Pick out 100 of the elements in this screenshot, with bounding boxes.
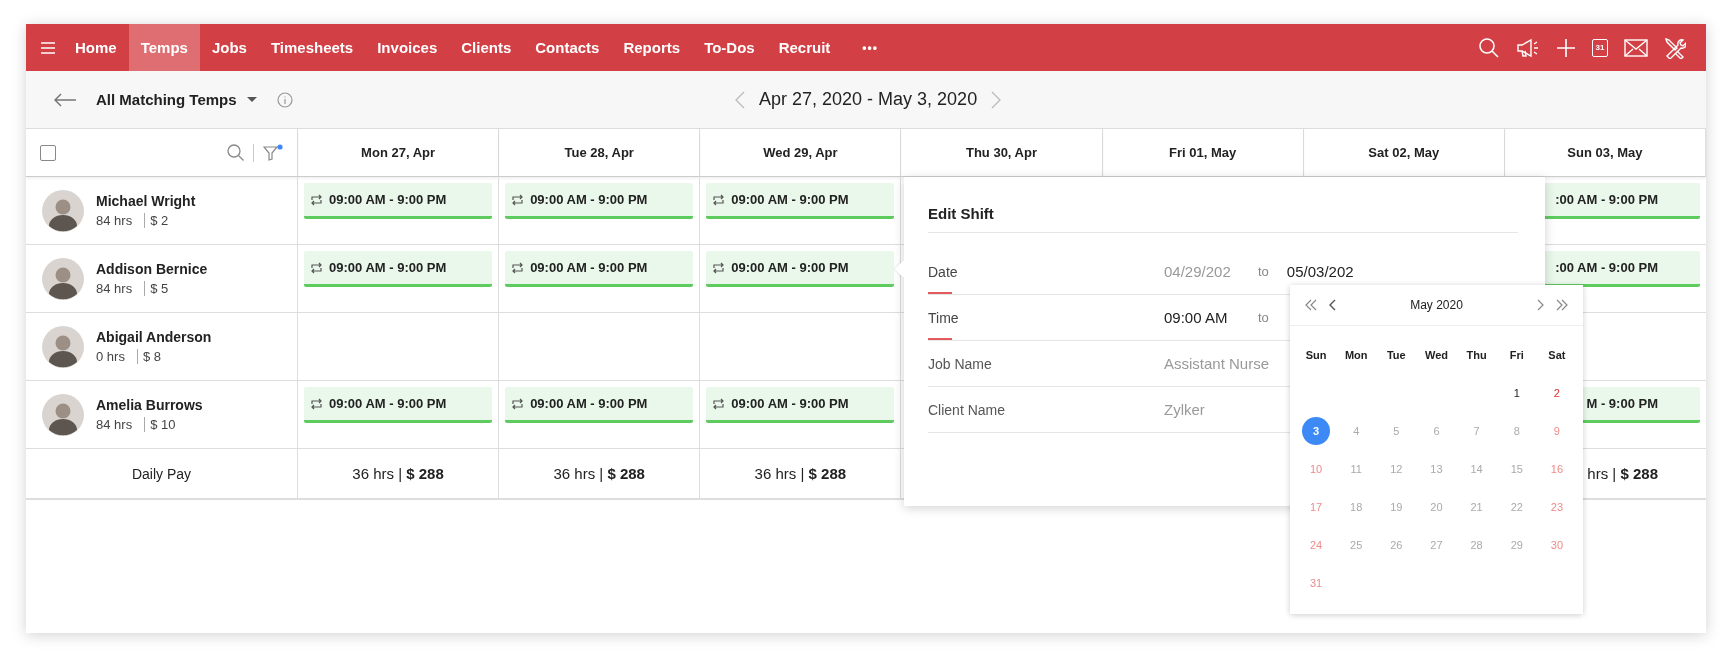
avatar-icon xyxy=(42,325,84,368)
nav-tab[interactable]: Contacts xyxy=(523,24,612,71)
shift-block[interactable]: 09:00 AM - 9:00 PM xyxy=(706,251,895,287)
hours-text: 84 hrs xyxy=(96,281,133,296)
nav-tab[interactable]: Clients xyxy=(449,24,524,71)
weekday-label: Sun xyxy=(1304,348,1328,363)
info-icon[interactable] xyxy=(276,91,293,108)
nav-tab[interactable]: Reports xyxy=(611,24,693,71)
avatar-icon xyxy=(42,393,84,436)
weekday-label: Wed xyxy=(1423,348,1449,363)
date-range: Apr 27, 2020 - May 3, 2020 xyxy=(759,89,978,110)
previous-icon[interactable] xyxy=(735,90,745,109)
filter-icon[interactable] xyxy=(263,143,283,162)
repeat-icon xyxy=(511,261,525,274)
shift-time: 09:00 AM - 9:00 PM xyxy=(530,396,648,411)
shift-block[interactable]: 09:00 AM - 9:00 PM xyxy=(706,183,895,219)
shift-time: 09:00 AM - 9:00 PM xyxy=(731,192,849,207)
shift-time: 09:00 AM - 9:00 PM xyxy=(530,260,648,275)
more-button[interactable]: ••• xyxy=(850,24,890,71)
shift-block[interactable]: 09:00 AM - 9:00 PM xyxy=(505,251,694,287)
avatar-icon xyxy=(42,257,84,300)
rate-text: $ 10 xyxy=(144,417,176,432)
to-label: to xyxy=(1258,310,1269,325)
daily-pay-total: 36 hrs | $ 288 xyxy=(553,465,645,482)
weekday-label: Fri xyxy=(1508,348,1525,363)
calendar-icon[interactable]: 31 xyxy=(1592,38,1608,57)
avatar-icon xyxy=(42,189,84,232)
rate-text: $ 5 xyxy=(144,281,169,296)
field-label: Time xyxy=(928,295,1164,340)
temp-name[interactable]: Addison Bernice xyxy=(96,261,208,277)
shift-block[interactable]: 09:00 AM - 9:00 PM xyxy=(304,251,493,287)
nav-tab[interactable]: Temps xyxy=(128,24,200,71)
shift-time: 09:00 AM - 9:00 PM xyxy=(329,396,447,411)
daily-pay-total: hrs | $ 288 xyxy=(1587,465,1658,482)
repeat-icon xyxy=(310,193,323,206)
input-field[interactable]: Assistant Nurse xyxy=(1164,355,1279,372)
shift-time: 09:00 AM - 9:00 PM xyxy=(329,192,447,207)
temp-name[interactable]: Abigail Anderson xyxy=(96,329,212,345)
megaphone-icon[interactable] xyxy=(1516,36,1540,59)
shift-time: 09:00 AM - 9:00 PM xyxy=(731,260,849,275)
menu-icon[interactable] xyxy=(41,41,55,54)
field-label: Client Name xyxy=(928,400,1007,420)
shift-time: 09:00 AM - 9:00 PM xyxy=(731,396,849,411)
caret-icon xyxy=(246,96,257,103)
shift-block[interactable]: 09:00 AM - 9:00 PM xyxy=(706,387,895,423)
previous-month-icon[interactable] xyxy=(1328,299,1336,311)
weekday-label: Thu xyxy=(1465,348,1488,363)
nav-tab[interactable]: To-Dos xyxy=(692,24,767,71)
back-arrow-icon[interactable] xyxy=(54,92,76,107)
repeat-icon xyxy=(712,261,726,274)
calendar-day[interactable]: 3 xyxy=(1302,417,1331,445)
repeat-icon xyxy=(511,397,525,410)
table-cell[interactable] xyxy=(499,313,701,381)
table-cell[interactable] xyxy=(700,313,902,381)
search-icon[interactable] xyxy=(1478,36,1500,59)
input-field[interactable]: 09:00 AM xyxy=(1164,309,1242,326)
repeat-icon xyxy=(712,193,726,206)
daily-pay-total: 36 hrs | $ 288 xyxy=(352,465,444,482)
next-month-icon[interactable] xyxy=(1537,299,1545,311)
hours-text: 84 hrs xyxy=(96,417,133,432)
nav-tab[interactable]: Invoices xyxy=(365,24,450,71)
next-icon[interactable] xyxy=(991,90,1002,109)
temp-name[interactable]: Michael Wright xyxy=(96,193,196,209)
daily-pay-total: 36 hrs | $ 288 xyxy=(754,465,847,482)
repeat-icon xyxy=(511,193,525,206)
repeat-icon xyxy=(712,397,726,410)
nav-tab[interactable]: Jobs xyxy=(199,24,259,71)
select-all-checkbox[interactable] xyxy=(40,144,56,161)
repeat-icon xyxy=(310,261,323,274)
popup-title: Edit Shift xyxy=(928,205,1518,233)
search-icon[interactable] xyxy=(227,144,244,161)
shift-time: 09:00 AM - 9:00 PM xyxy=(530,192,648,207)
rate-text: $ 2 xyxy=(144,213,169,228)
input-field[interactable]: Zylker xyxy=(1164,401,1279,418)
weekday-label: Mon xyxy=(1343,348,1369,363)
month-title: May 2020 xyxy=(1409,298,1464,312)
nav-tab[interactable]: Recruit xyxy=(766,24,843,71)
day-header: Mon 27, Apr xyxy=(298,129,500,177)
repeat-icon xyxy=(310,397,323,410)
field-label: Date xyxy=(928,249,1164,294)
rate-text: $ 8 xyxy=(136,349,161,364)
shift-block[interactable]: 09:00 AM - 9:00 PM xyxy=(505,387,694,423)
mail-icon[interactable] xyxy=(1624,38,1648,57)
hours-text: 84 hrs xyxy=(96,213,133,228)
temp-name[interactable]: Amelia Burrows xyxy=(96,397,203,413)
shift-block[interactable]: 09:00 AM - 9:00 PM xyxy=(304,183,493,219)
day-header: Wed 29, Apr xyxy=(700,129,902,177)
table-cell[interactable] xyxy=(298,313,500,381)
previous-year-icon[interactable] xyxy=(1304,299,1318,311)
day-header: Tue 28, Apr xyxy=(499,129,701,177)
nav-tab[interactable]: Timesheets xyxy=(258,24,366,71)
weekday-label: Sat xyxy=(1547,348,1567,363)
next-year-icon[interactable] xyxy=(1555,299,1569,311)
tools-icon[interactable] xyxy=(1664,36,1686,59)
plus-icon[interactable] xyxy=(1556,37,1576,58)
shift-block[interactable]: 09:00 AM - 9:00 PM xyxy=(505,183,694,219)
daily-pay-label: Daily Pay xyxy=(26,449,298,499)
weekday-label: Tue xyxy=(1385,348,1407,363)
shift-block[interactable]: 09:00 AM - 9:00 PM xyxy=(304,387,493,423)
nav-tab[interactable]: Home xyxy=(63,24,129,71)
